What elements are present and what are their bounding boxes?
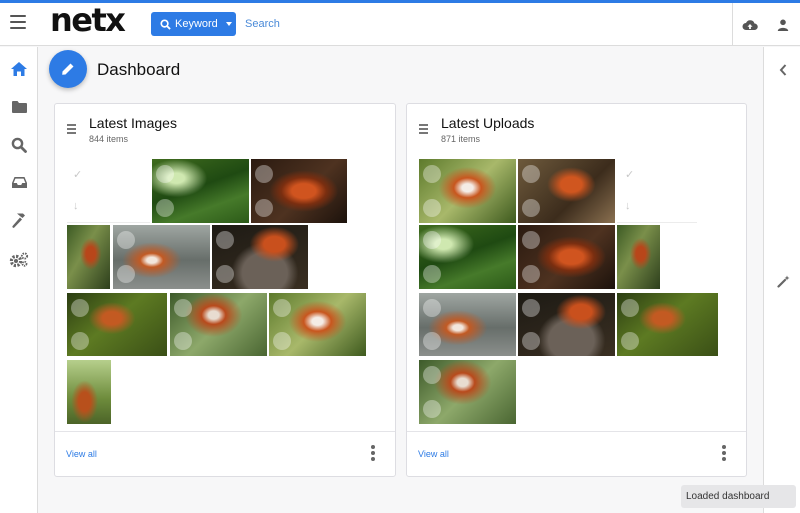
card-item-count: 844 items [89,134,129,144]
select-thumbnail-icon[interactable] [71,299,89,317]
download-thumbnail-icon[interactable] [423,332,441,350]
chevron-down-icon [225,22,232,26]
select-thumbnail-icon[interactable] [423,299,441,317]
thumbnail-image[interactable] [152,159,249,223]
thumbnail-image[interactable] [419,293,516,356]
download-thumbnail-icon[interactable] [117,265,135,283]
download-thumbnail-icon[interactable] [522,199,540,217]
thumbnail-image[interactable] [113,225,210,289]
select-thumbnail-icon[interactable] [156,165,174,183]
download-thumbnail-icon[interactable] [522,265,540,283]
logo[interactable]: netx [50,1,126,39]
view-all-link[interactable]: View all [418,449,449,459]
magic-wand-icon[interactable] [774,272,792,290]
thumbnail-image[interactable] [518,293,615,356]
thumbnail-image[interactable] [617,293,718,356]
home-icon[interactable] [8,58,30,80]
thumbnail-image[interactable] [67,293,167,356]
select-thumbnail-icon[interactable] [216,231,234,249]
thumbnail-image[interactable] [419,360,516,424]
edit-dashboard-button[interactable] [49,50,87,88]
search-icon[interactable] [8,134,30,156]
chevron-left-icon[interactable] [774,61,792,79]
select-thumbnail-icon[interactable] [621,299,639,317]
thumbnail-image[interactable] [170,293,267,356]
keyword-search-type-button[interactable]: Keyword [151,12,236,36]
thumbnail-image[interactable] [67,225,110,289]
thumbnail-image[interactable] [212,225,308,289]
download-thumbnail-icon[interactable] [71,332,89,350]
card-item-count: 871 items [441,134,481,144]
search-icon [160,18,171,30]
check-icon[interactable]: ✓ [73,168,82,181]
drag-handle-icon[interactable] [419,124,428,136]
card-title: Latest Uploads [441,115,535,131]
thumbnail-image[interactable] [518,159,615,223]
select-thumbnail-icon[interactable] [423,366,441,384]
download-thumbnail-icon[interactable] [423,199,441,217]
download-thumbnail-icon[interactable] [255,199,273,217]
card-title: Latest Images [89,115,177,131]
download-thumbnail-icon[interactable] [174,332,192,350]
search-input[interactable] [240,12,680,36]
latest-uploads-card: Latest Uploads 871 items ✓ ↓ View all [406,103,747,477]
hammer-icon[interactable] [8,209,30,231]
select-thumbnail-icon[interactable] [423,231,441,249]
cogs-icon[interactable] [8,248,30,270]
select-thumbnail-icon[interactable] [117,231,135,249]
folder-icon[interactable] [8,96,30,118]
download-thumbnail-icon[interactable] [423,265,441,283]
more-options-icon[interactable] [721,445,727,461]
check-icon[interactable]: ✓ [625,168,634,181]
select-thumbnail-icon[interactable] [273,299,291,317]
thumbnail-image[interactable] [251,159,347,223]
select-thumbnail-icon[interactable] [174,299,192,317]
pencil-icon [62,63,74,75]
thumbnail-image[interactable] [419,225,516,289]
user-icon[interactable] [766,3,800,46]
inbox-icon[interactable] [8,171,30,193]
page-title: Dashboard [97,60,181,79]
arrow-down-icon[interactable]: ↓ [625,200,631,212]
status-toast: Loaded dashboard [681,485,796,508]
keyword-button-label: Keyword [175,18,218,30]
thumbnail-image[interactable] [67,360,111,424]
thumbnail-image[interactable] [518,225,615,289]
select-thumbnail-icon[interactable] [522,165,540,183]
latest-images-card: Latest Images 844 items ✓ ↓ View all [54,103,396,477]
thumbnail-image[interactable] [269,293,366,356]
app-header: netx Keyword [0,1,800,46]
download-thumbnail-icon[interactable] [273,332,291,350]
thumbnail-image[interactable] [419,159,516,223]
download-thumbnail-icon[interactable] [156,199,174,217]
more-options-icon[interactable] [370,445,376,461]
download-thumbnail-icon[interactable] [621,332,639,350]
view-all-link[interactable]: View all [66,449,97,459]
hamburger-menu-icon[interactable] [10,15,26,31]
select-thumbnail-icon[interactable] [255,165,273,183]
download-thumbnail-icon[interactable] [216,265,234,283]
cloud-upload-icon[interactable] [732,3,766,46]
thumbnail-image[interactable] [617,225,660,289]
select-thumbnail-icon[interactable] [522,231,540,249]
download-thumbnail-icon[interactable] [522,332,540,350]
arrow-down-icon[interactable]: ↓ [73,200,79,212]
card-footer: View all [407,431,746,476]
select-thumbnail-icon[interactable] [423,165,441,183]
select-thumbnail-icon[interactable] [522,299,540,317]
card-footer: View all [55,431,395,476]
left-sidebar [0,47,38,513]
drag-handle-icon[interactable] [67,124,76,136]
right-sidebar [763,47,800,513]
download-thumbnail-icon[interactable] [423,400,441,418]
